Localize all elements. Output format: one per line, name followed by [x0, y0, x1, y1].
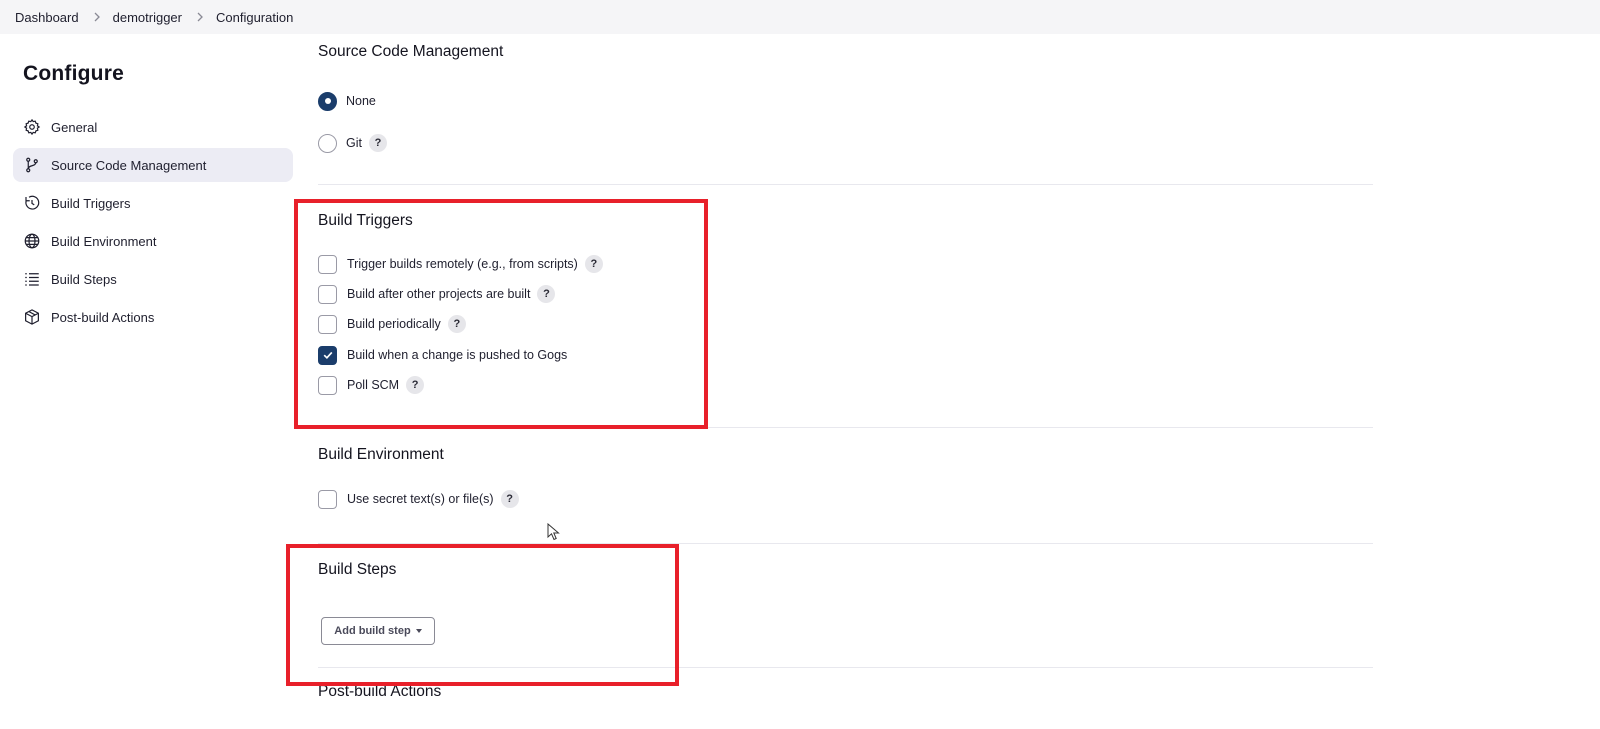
package-icon	[23, 308, 41, 326]
option-label: Trigger builds remotely (e.g., from scri…	[347, 257, 578, 271]
clock-icon	[23, 194, 41, 212]
sidebar-item-build-steps[interactable]: Build Steps	[13, 262, 293, 296]
breadcrumb: Dashboard demotrigger Configuration	[0, 0, 1600, 34]
radio-none[interactable]	[318, 91, 337, 111]
checkbox-gogs-push[interactable]	[318, 345, 337, 365]
breadcrumb-demotrigger[interactable]: demotrigger	[113, 10, 182, 25]
help-icon[interactable]: ?	[406, 376, 425, 394]
help-icon[interactable]: ?	[500, 490, 519, 508]
help-icon[interactable]: ?	[537, 285, 556, 303]
section-divider	[318, 543, 1373, 544]
sidebar-item-label: Build Triggers	[51, 195, 131, 211]
sidebar-item-build-triggers[interactable]: Build Triggers	[13, 186, 293, 220]
section-title-build-triggers: Build Triggers	[318, 212, 413, 229]
breadcrumb-dashboard[interactable]: Dashboard	[15, 10, 79, 25]
add-build-step-label: Add build step	[334, 625, 411, 637]
chevron-right-icon	[93, 12, 101, 22]
sidebar: Configure General Source Code Management…	[0, 34, 300, 729]
section-divider	[318, 427, 1373, 428]
list-icon	[23, 270, 41, 288]
trigger-option-remote[interactable]: Trigger builds remotely (e.g., from scri…	[318, 253, 603, 275]
option-label: Build after other projects are built	[347, 287, 531, 301]
trigger-option-after-other-projects[interactable]: Build after other projects are built ?	[318, 283, 556, 305]
sidebar-item-label: Build Steps	[51, 271, 117, 287]
sidebar-item-label: Build Environment	[51, 233, 157, 249]
help-icon[interactable]: ?	[447, 315, 466, 333]
gear-icon	[23, 118, 41, 136]
main-content: Source Code Management None Git ? Build …	[318, 34, 1373, 729]
option-label: Poll SCM	[347, 378, 400, 392]
mouse-cursor-icon	[547, 523, 560, 541]
sidebar-item-source-code-management[interactable]: Source Code Management	[13, 148, 293, 182]
sidebar-item-label: General	[51, 119, 98, 135]
caret-down-icon	[415, 629, 422, 633]
scm-option-none[interactable]: None	[318, 90, 376, 112]
sidebar-item-general[interactable]: General	[13, 110, 293, 144]
section-title-build-environment: Build Environment	[318, 446, 444, 463]
section-title-scm: Source Code Management	[318, 43, 504, 60]
chevron-right-icon	[196, 12, 204, 22]
breadcrumb-configuration[interactable]: Configuration	[216, 10, 293, 25]
branch-icon	[23, 156, 41, 174]
option-label: None	[346, 94, 376, 108]
section-divider	[318, 667, 1373, 668]
checkmark-icon	[323, 351, 332, 360]
sidebar-item-label: Post-build Actions	[51, 309, 155, 325]
env-option-secret-text[interactable]: Use secret text(s) or file(s) ?	[318, 488, 519, 510]
trigger-option-poll-scm[interactable]: Poll SCM ?	[318, 374, 425, 396]
sidebar-item-build-environment[interactable]: Build Environment	[13, 224, 293, 258]
globe-icon	[23, 232, 41, 250]
option-label: Git	[346, 136, 362, 150]
add-build-step-button[interactable]: Add build step	[321, 617, 435, 645]
checkbox-use-secret-text[interactable]	[318, 489, 337, 509]
help-icon[interactable]: ?	[368, 134, 387, 152]
section-title-post-build-actions: Post-build Actions	[318, 683, 442, 700]
checkbox-poll-scm[interactable]	[318, 375, 337, 395]
sidebar-item-label: Source Code Management	[51, 157, 207, 173]
scm-option-git[interactable]: Git ?	[318, 132, 387, 154]
option-label: Build when a change is pushed to Gogs	[347, 348, 568, 362]
option-label: Build periodically	[347, 317, 441, 331]
trigger-option-periodically[interactable]: Build periodically ?	[318, 313, 466, 335]
radio-git[interactable]	[318, 133, 337, 153]
trigger-option-gogs-push[interactable]: Build when a change is pushed to Gogs	[318, 344, 567, 366]
page-title: Configure	[23, 62, 124, 85]
checkbox-trigger-remote[interactable]	[318, 254, 337, 274]
option-label: Use secret text(s) or file(s)	[347, 492, 494, 506]
help-icon[interactable]: ?	[584, 255, 603, 273]
section-title-build-steps: Build Steps	[318, 561, 397, 578]
section-divider	[318, 184, 1373, 185]
checkbox-build-after-other-projects[interactable]	[318, 284, 337, 304]
checkbox-build-periodically[interactable]	[318, 314, 337, 334]
sidebar-item-post-build-actions[interactable]: Post-build Actions	[13, 300, 293, 334]
